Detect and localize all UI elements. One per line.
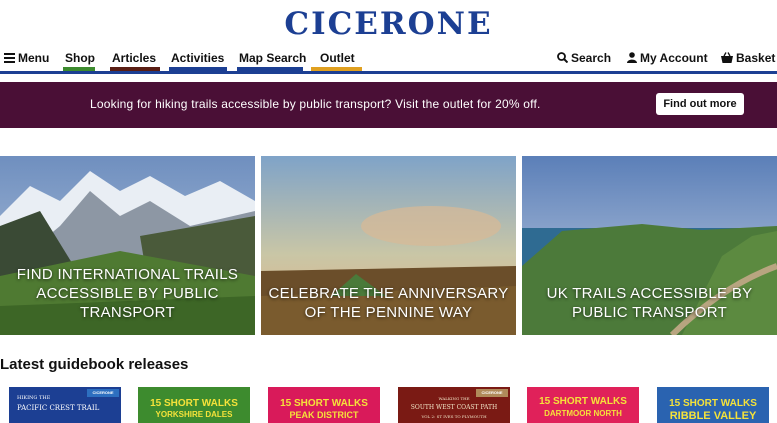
nav-articles[interactable]: Articles <box>112 51 156 65</box>
book-title: YORKSHIRE DALES <box>155 410 233 419</box>
book-peak-district[interactable]: 15 SHORT WALKS PEAK DISTRICT <box>268 387 380 423</box>
search-icon <box>557 52 569 66</box>
nav-shop[interactable]: Shop <box>65 51 95 65</box>
basket-label: Basket <box>736 51 776 65</box>
nav-activities[interactable]: Activities <box>171 51 224 65</box>
tile-title-line: CELEBRATE THE ANNIVERSARY <box>268 285 509 302</box>
book-pacific-crest-trail[interactable]: CICERONE HIKING THE PACIFIC CREST TRAIL <box>9 387 121 423</box>
tile-title: FIND INTERNATIONAL TRAILS ACCESSIBLE BY … <box>0 265 255 322</box>
cicerone-logo[interactable]: CICERONE <box>0 6 777 42</box>
latest-guidebooks-heading: Latest guidebook releases <box>0 356 189 373</box>
hamburger-icon <box>4 52 15 66</box>
search-button[interactable]: Search <box>557 51 611 66</box>
book-subtitle: HIKING THE <box>17 395 51 401</box>
book-yorkshire-dales[interactable]: 15 SHORT WALKS YORKSHIRE DALES <box>138 387 250 423</box>
publisher-badge: CICERONE <box>87 389 119 397</box>
tile-uk-trails[interactable]: UK TRAILS ACCESSIBLE BY PUBLIC TRANSPORT <box>522 156 777 335</box>
tile-title-line: FIND INTERNATIONAL TRAILS <box>16 266 239 283</box>
tile-pennine-way[interactable]: CELEBRATE THE ANNIVERSARY OF THE PENNINE… <box>261 156 516 335</box>
book-title: DARTMOOR NORTH <box>544 409 622 418</box>
book-series: 15 SHORT WALKS <box>150 398 238 409</box>
search-label: Search <box>571 51 612 65</box>
main-nav: Menu Shop Articles Activities Map Search… <box>0 48 777 68</box>
book-series: 15 SHORT WALKS <box>280 398 368 409</box>
book-south-west-coast-path[interactable]: CICERONE WALKING THE SOUTH WEST COAST PA… <box>398 387 510 423</box>
nav-map-search[interactable]: Map Search <box>239 51 306 65</box>
book-dartmoor-north[interactable]: 15 SHORT WALKS DARTMOOR NORTH <box>527 387 639 423</box>
nav-divider <box>0 71 777 74</box>
basket-button[interactable]: Basket <box>721 51 775 66</box>
account-label: My Account <box>640 51 708 65</box>
book-title: SOUTH WEST COAST PATH <box>410 404 498 411</box>
book-volume: VOL 2: ST IVES TO PLYMOUTH <box>421 414 487 419</box>
book-title: RIBBLE VALLEY <box>669 410 757 422</box>
book-series: 15 SHORT WALKS <box>669 398 757 409</box>
nav-outlet[interactable]: Outlet <box>320 51 355 65</box>
book-subtitle: WALKING THE <box>438 396 470 401</box>
book-title: PEAK DISTRICT <box>289 410 359 420</box>
menu-button[interactable]: Menu <box>4 51 49 66</box>
tile-title: CELEBRATE THE ANNIVERSARY OF THE PENNINE… <box>261 284 516 322</box>
tile-title-line: OF THE PENNINE WAY <box>304 304 473 321</box>
promo-text: Looking for hiking trails accessible by … <box>90 97 541 111</box>
tile-title: UK TRAILS ACCESSIBLE BY PUBLIC TRANSPORT <box>522 284 777 322</box>
find-out-more-button[interactable]: Find out more <box>656 93 744 115</box>
user-icon <box>627 52 637 66</box>
book-title: PACIFIC CREST TRAIL <box>17 404 100 412</box>
book-series: 15 SHORT WALKS <box>539 396 627 407</box>
menu-label: Menu <box>18 51 50 65</box>
tile-international-trails[interactable]: FIND INTERNATIONAL TRAILS ACCESSIBLE BY … <box>0 156 255 335</box>
tile-title-line: ACCESSIBLE BY PUBLIC <box>36 285 219 302</box>
account-button[interactable]: My Account <box>627 51 708 66</box>
tile-title-line: PUBLIC TRANSPORT <box>571 304 728 321</box>
tile-title-line: UK TRAILS ACCESSIBLE BY <box>546 285 753 302</box>
tile-title-line: TRANSPORT <box>80 304 175 321</box>
book-ribble-valley[interactable]: 15 SHORT WALKS RIBBLE VALLEY <box>657 387 769 423</box>
basket-icon <box>721 52 733 66</box>
